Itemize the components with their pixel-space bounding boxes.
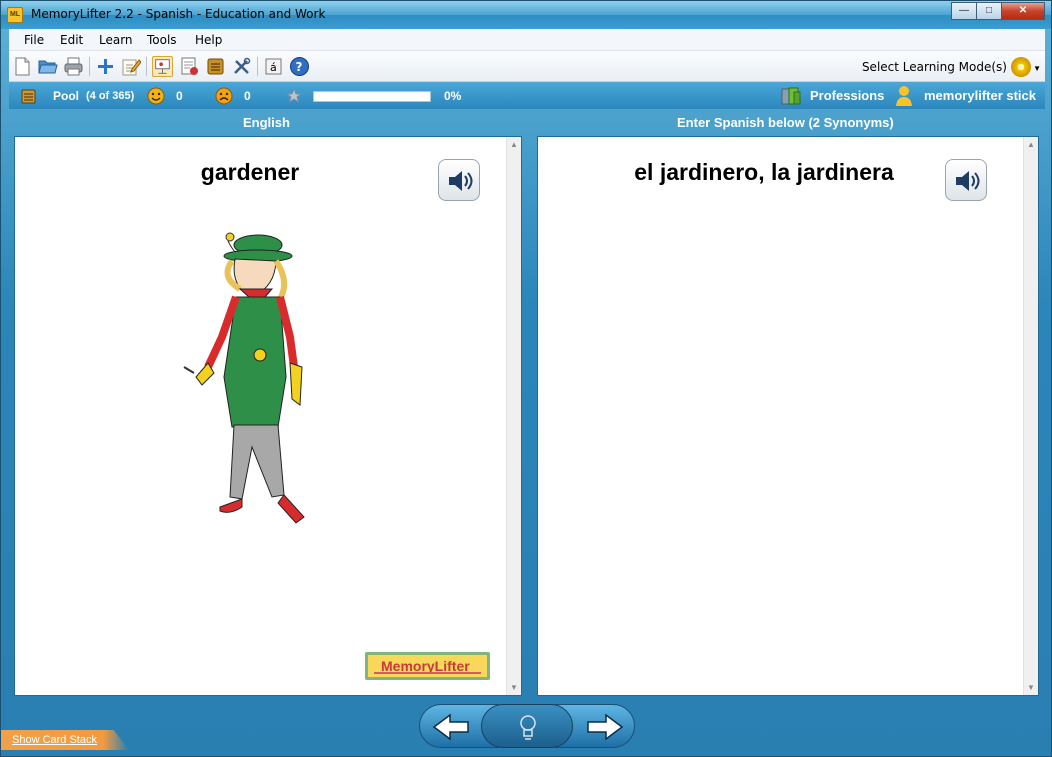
- menu-file[interactable]: File: [24, 33, 44, 47]
- chapter-icon[interactable]: [205, 56, 226, 77]
- learning-mode-label[interactable]: Select Learning Mode(s): [862, 60, 1007, 74]
- status-bar: Pool (4 of 365) 0 0 0% Professions memor…: [9, 83, 1045, 109]
- hint-button[interactable]: [481, 704, 573, 748]
- pool-count: (4 of 365): [86, 90, 135, 102]
- wrong-count: 0: [244, 89, 251, 103]
- minimize-button[interactable]: —: [951, 2, 977, 20]
- window-title: MemoryLifter 2.2 - Spanish - Education a…: [31, 7, 326, 21]
- svg-text:?: ?: [296, 60, 303, 74]
- print-icon[interactable]: [63, 56, 84, 77]
- lightbulb-icon: [520, 715, 536, 740]
- speaker-icon: [449, 171, 473, 191]
- smiley-sad-icon: [215, 87, 233, 105]
- add-card-icon[interactable]: [95, 56, 116, 77]
- smiley-happy-icon: [147, 87, 165, 105]
- help-icon[interactable]: ?: [289, 56, 310, 77]
- app-window: ML MemoryLifter 2.2 - Spanish - Educatio…: [0, 0, 1052, 757]
- close-button[interactable]: ✕: [1001, 2, 1045, 20]
- speaker-icon: [956, 171, 980, 191]
- answer-word: el jardinero, la jardinera: [634, 159, 894, 185]
- question-audio-button[interactable]: [438, 159, 480, 201]
- title-bar: ML MemoryLifter 2.2 - Spanish - Educatio…: [1, 1, 1051, 29]
- presentation-icon[interactable]: [152, 56, 173, 77]
- user-label[interactable]: memorylifter stick: [924, 88, 1036, 103]
- progress-bar: [313, 91, 431, 102]
- settings-tools-icon[interactable]: [231, 56, 252, 77]
- menu-help[interactable]: Help: [195, 33, 222, 47]
- maximize-button[interactable]: □: [976, 2, 1002, 20]
- edit-notes-icon[interactable]: [120, 56, 141, 77]
- special-char-icon[interactable]: á: [263, 56, 284, 77]
- category-label[interactable]: Professions: [810, 88, 884, 103]
- menu-edit[interactable]: Edit: [60, 33, 83, 47]
- pool-box-icon: [21, 89, 36, 104]
- menu-learn[interactable]: Learn: [99, 33, 133, 47]
- svg-text:á: á: [270, 61, 277, 74]
- menu-bar: File Edit Learn Tools Help: [9, 29, 1045, 51]
- learning-mode-gear-icon[interactable]: [1011, 57, 1031, 77]
- toolbar: á ? Select Learning Mode(s) ▼: [9, 51, 1045, 82]
- gardener-illustration: [183, 232, 305, 524]
- memorylifter-logo: MemoryLifter: [365, 652, 490, 680]
- correct-count: 0: [176, 89, 183, 103]
- answer-card: el jardinero, la jardinera ▲ ▼: [537, 136, 1039, 696]
- question-scrollbar[interactable]: ▲ ▼: [506, 137, 521, 695]
- show-card-stack-link[interactable]: Show Card Stack: [12, 734, 97, 746]
- answer-scrollbar[interactable]: ▲ ▼: [1023, 137, 1038, 695]
- right-column-header: Enter Spanish below (2 Synonyms): [677, 115, 894, 130]
- app-logo-icon: ML: [7, 7, 23, 23]
- navigation-controls: [419, 704, 635, 748]
- question-card: gardener MemoryLifter ▲ ▼: [14, 136, 522, 696]
- star-icon: [286, 88, 302, 104]
- arrow-left-icon: [432, 713, 469, 741]
- open-folder-icon[interactable]: [37, 56, 58, 77]
- category-books-icon: [781, 87, 801, 105]
- chevron-down-icon[interactable]: ▼: [1033, 64, 1041, 73]
- card-view-icon[interactable]: [179, 56, 200, 77]
- pool-label: Pool: [53, 89, 79, 103]
- progress-text: 0%: [444, 89, 462, 103]
- new-file-icon[interactable]: [12, 56, 33, 77]
- show-card-stack-tab[interactable]: Show Card Stack: [1, 730, 129, 750]
- left-column-header: English: [243, 115, 290, 130]
- answer-audio-button[interactable]: [945, 159, 987, 201]
- question-word: gardener: [200, 159, 300, 185]
- user-icon: [896, 86, 912, 106]
- menu-tools[interactable]: Tools: [147, 33, 177, 47]
